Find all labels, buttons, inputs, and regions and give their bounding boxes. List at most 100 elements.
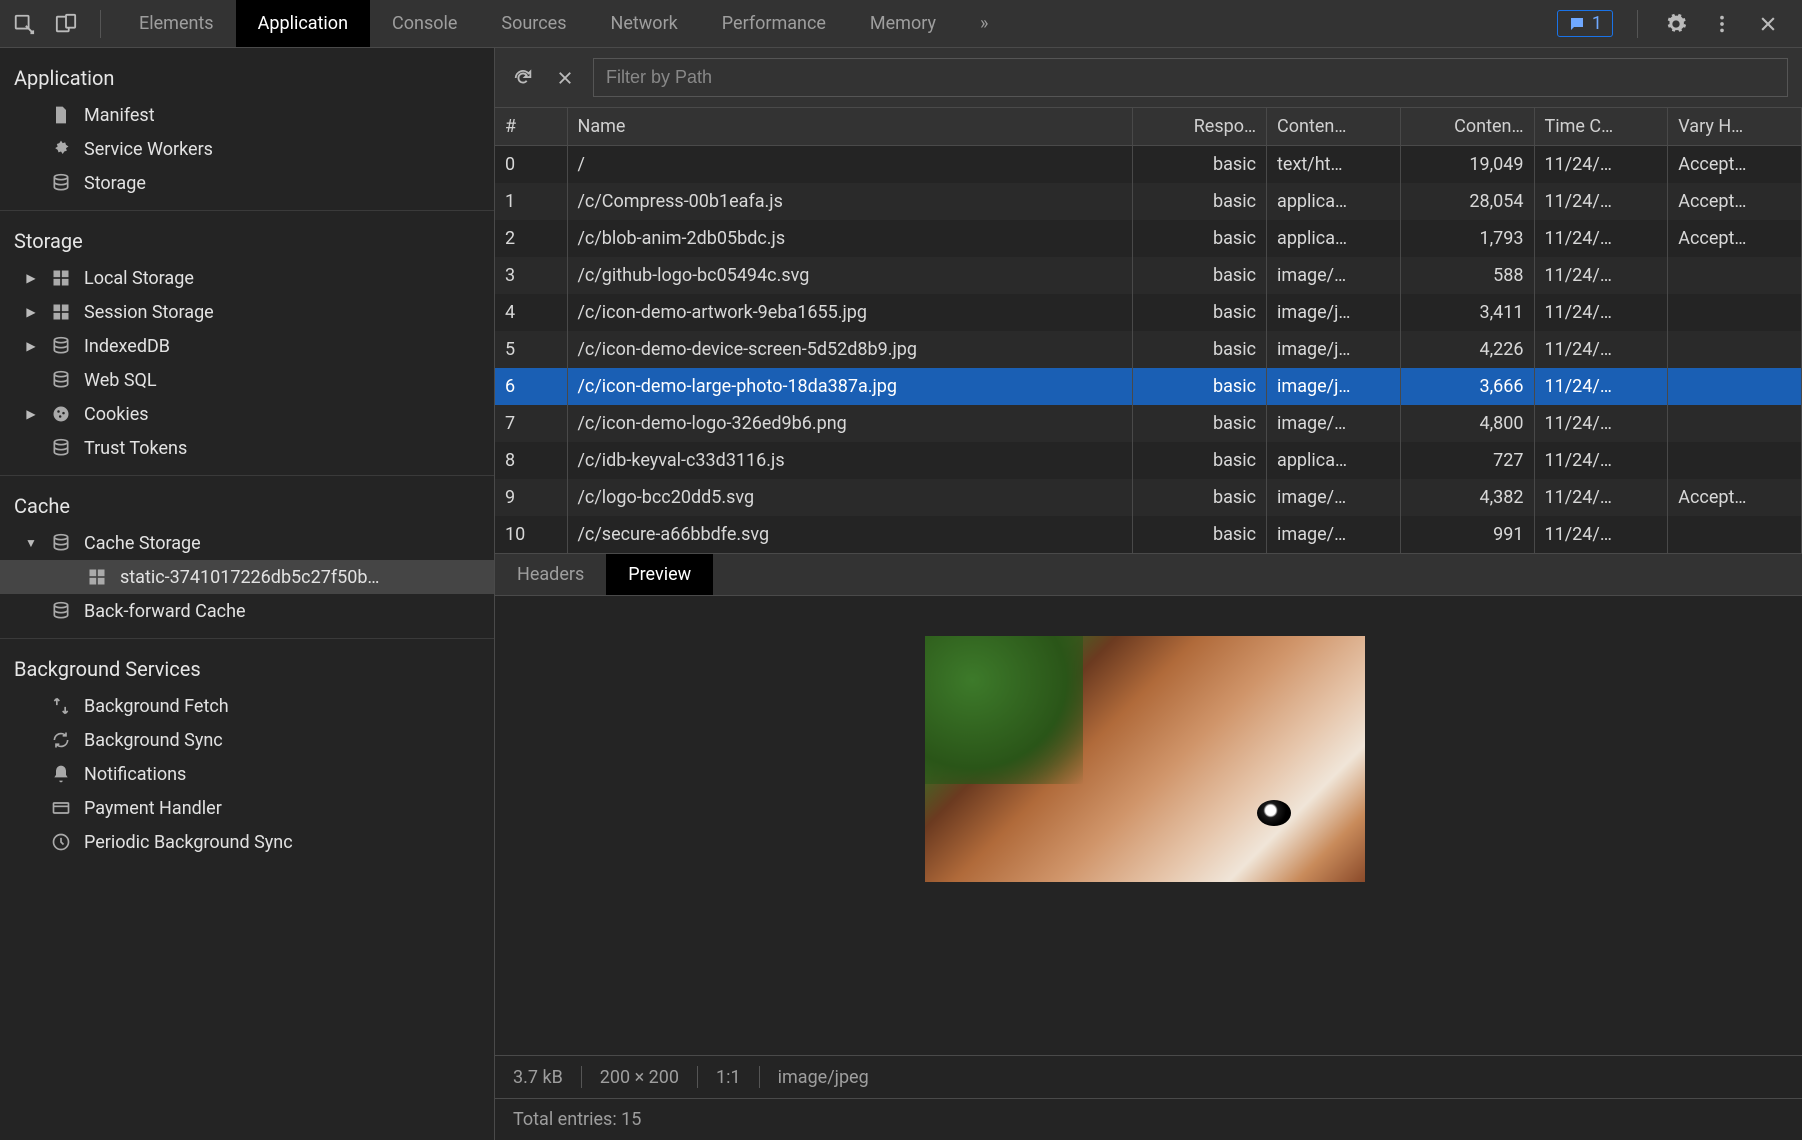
cookie-icon: [50, 403, 72, 425]
sidebar-heading: Cache: [0, 486, 494, 526]
preview-area: [495, 596, 1802, 1055]
column-header[interactable]: Conten…: [1400, 108, 1534, 146]
sidebar-item-background-fetch[interactable]: Background Fetch: [0, 689, 494, 723]
device-toggle-icon[interactable]: [52, 10, 80, 38]
cell-resp: basic: [1133, 368, 1267, 405]
sidebar-item-session-storage[interactable]: ▶ Session Storage: [0, 295, 494, 329]
sidebar-item-label: Trust Tokens: [84, 438, 187, 459]
column-header[interactable]: Conten…: [1267, 108, 1401, 146]
cell-ct: image/…: [1267, 405, 1401, 442]
cell-tc: 11/24/…: [1534, 442, 1668, 479]
cell-tc: 11/24/…: [1534, 516, 1668, 553]
tab-elements[interactable]: Elements: [117, 0, 236, 47]
column-header[interactable]: #: [495, 108, 567, 146]
column-header[interactable]: Name: [567, 108, 1133, 146]
db-icon: [50, 369, 72, 391]
table-row[interactable]: 9/c/logo-bcc20dd5.svgbasicimage/…4,38211…: [495, 479, 1802, 516]
table-row[interactable]: 0/basictext/ht…19,04911/24/…Accept…: [495, 146, 1802, 184]
sidebar-item-label: Cache Storage: [84, 533, 201, 554]
table-row[interactable]: 10/c/secure-a66bbdfe.svgbasicimage/…9911…: [495, 516, 1802, 553]
cell-ct: applica…: [1267, 442, 1401, 479]
table-row[interactable]: 8/c/idb-keyval-c33d3116.jsbasicapplica…7…: [495, 442, 1802, 479]
total-entries: Total entries: 15: [513, 1109, 641, 1130]
expand-triangle-icon[interactable]: ▶: [24, 339, 38, 353]
tab-application[interactable]: Application: [236, 0, 370, 47]
table-row[interactable]: 2/c/blob-anim-2db05bdc.jsbasicapplica…1,…: [495, 220, 1802, 257]
table-row[interactable]: 7/c/icon-demo-logo-326ed9b6.pngbasicimag…: [495, 405, 1802, 442]
table-row[interactable]: 3/c/github-logo-bc05494c.svgbasicimage/……: [495, 257, 1802, 294]
cell-cl: 1,793: [1400, 220, 1534, 257]
feedback-count: 1: [1592, 13, 1602, 34]
detail-tab-preview[interactable]: Preview: [606, 554, 713, 595]
cache-detail-panel: #NameRespo…Conten…Conten…Time C…Vary H… …: [495, 48, 1802, 1140]
sidebar-item-label: Back-forward Cache: [84, 601, 246, 622]
sidebar-item-static-3741017226db5c27f50b-[interactable]: static-3741017226db5c27f50b…: [0, 560, 494, 594]
cell-n: 4: [495, 294, 567, 331]
filter-input[interactable]: [593, 58, 1788, 97]
sidebar-item-periodic-background-sync[interactable]: Periodic Background Sync: [0, 825, 494, 859]
expand-triangle-icon[interactable]: ▶: [24, 407, 38, 421]
cell-vh: [1668, 516, 1802, 553]
sidebar-item-payment-handler[interactable]: Payment Handler: [0, 791, 494, 825]
cell-ct: image/…: [1267, 257, 1401, 294]
cell-tc: 11/24/…: [1534, 479, 1668, 516]
sidebar-item-indexeddb[interactable]: ▶IndexedDB: [0, 329, 494, 363]
sidebar-item-background-sync[interactable]: Background Sync: [0, 723, 494, 757]
cell-n: 5: [495, 331, 567, 368]
cell-cl: 3,411: [1400, 294, 1534, 331]
table-row[interactable]: 5/c/icon-demo-device-screen-5d52d8b9.jpg…: [495, 331, 1802, 368]
column-header[interactable]: Time C…: [1534, 108, 1668, 146]
expand-triangle-icon[interactable]: ▼: [24, 536, 38, 550]
cell-cl: 727: [1400, 442, 1534, 479]
cell-cl: 3,666: [1400, 368, 1534, 405]
cell-name: /c/idb-keyval-c33d3116.js: [567, 442, 1133, 479]
cell-n: 6: [495, 368, 567, 405]
cell-resp: basic: [1133, 220, 1267, 257]
settings-gear-icon[interactable]: [1662, 10, 1690, 38]
sidebar-item-label: Session Storage: [84, 302, 214, 323]
cell-n: 10: [495, 516, 567, 553]
cell-resp: basic: [1133, 442, 1267, 479]
tab-console[interactable]: Console: [370, 0, 479, 47]
sidebar-item-trust-tokens[interactable]: Trust Tokens: [0, 431, 494, 465]
sidebar-item-web-sql[interactable]: Web SQL: [0, 363, 494, 397]
sidebar-item-local-storage[interactable]: ▶Local Storage: [0, 261, 494, 295]
sidebar-item-storage[interactable]: Storage: [0, 166, 494, 200]
detail-tab-headers[interactable]: Headers: [495, 554, 606, 595]
cell-vh: [1668, 257, 1802, 294]
status-mime: image/jpeg: [778, 1067, 869, 1088]
sidebar-item-back-forward-cache[interactable]: Back-forward Cache: [0, 594, 494, 628]
feedback-button[interactable]: 1: [1557, 10, 1613, 37]
tab-sources[interactable]: Sources: [479, 0, 588, 47]
cell-ct: applica…: [1267, 183, 1401, 220]
cell-name: /c/github-logo-bc05494c.svg: [567, 257, 1133, 294]
sidebar-item-manifest[interactable]: Manifest: [0, 98, 494, 132]
kebab-menu-icon[interactable]: [1708, 10, 1736, 38]
cell-tc: 11/24/…: [1534, 220, 1668, 257]
column-header[interactable]: Vary H…: [1668, 108, 1802, 146]
sidebar-item-notifications[interactable]: Notifications: [0, 757, 494, 791]
devtools-topbar: ElementsApplicationConsoleSourcesNetwork…: [0, 0, 1802, 48]
tab-memory[interactable]: Memory: [848, 0, 958, 47]
expand-triangle-icon[interactable]: ▶: [24, 305, 38, 319]
close-icon[interactable]: [1754, 10, 1782, 38]
sidebar-item-cookies[interactable]: ▶Cookies: [0, 397, 494, 431]
clear-icon[interactable]: [551, 64, 579, 92]
cell-name: /c/Compress-00b1eafa.js: [567, 183, 1133, 220]
cell-vh: Accept…: [1668, 479, 1802, 516]
table-row[interactable]: 1/c/Compress-00b1eafa.jsbasicapplica…28,…: [495, 183, 1802, 220]
refresh-icon[interactable]: [509, 64, 537, 92]
expand-triangle-icon[interactable]: ▶: [24, 271, 38, 285]
tab-performance[interactable]: Performance: [700, 0, 848, 47]
sidebar-item-cache-storage[interactable]: ▼ Cache Storage: [0, 526, 494, 560]
tab-network[interactable]: Network: [589, 0, 700, 47]
table-row[interactable]: 6/c/icon-demo-large-photo-18da387a.jpgba…: [495, 368, 1802, 405]
table-row[interactable]: 4/c/icon-demo-artwork-9eba1655.jpgbasici…: [495, 294, 1802, 331]
more-tabs-icon[interactable]: »: [958, 0, 1010, 47]
sidebar-item-service-workers[interactable]: Service Workers: [0, 132, 494, 166]
column-header[interactable]: Respo…: [1133, 108, 1267, 146]
application-sidebar: ApplicationManifestService WorkersStorag…: [0, 48, 495, 1140]
inspect-icon[interactable]: [10, 10, 38, 38]
cell-ct: image/…: [1267, 479, 1401, 516]
sidebar-item-label: Payment Handler: [84, 798, 222, 819]
